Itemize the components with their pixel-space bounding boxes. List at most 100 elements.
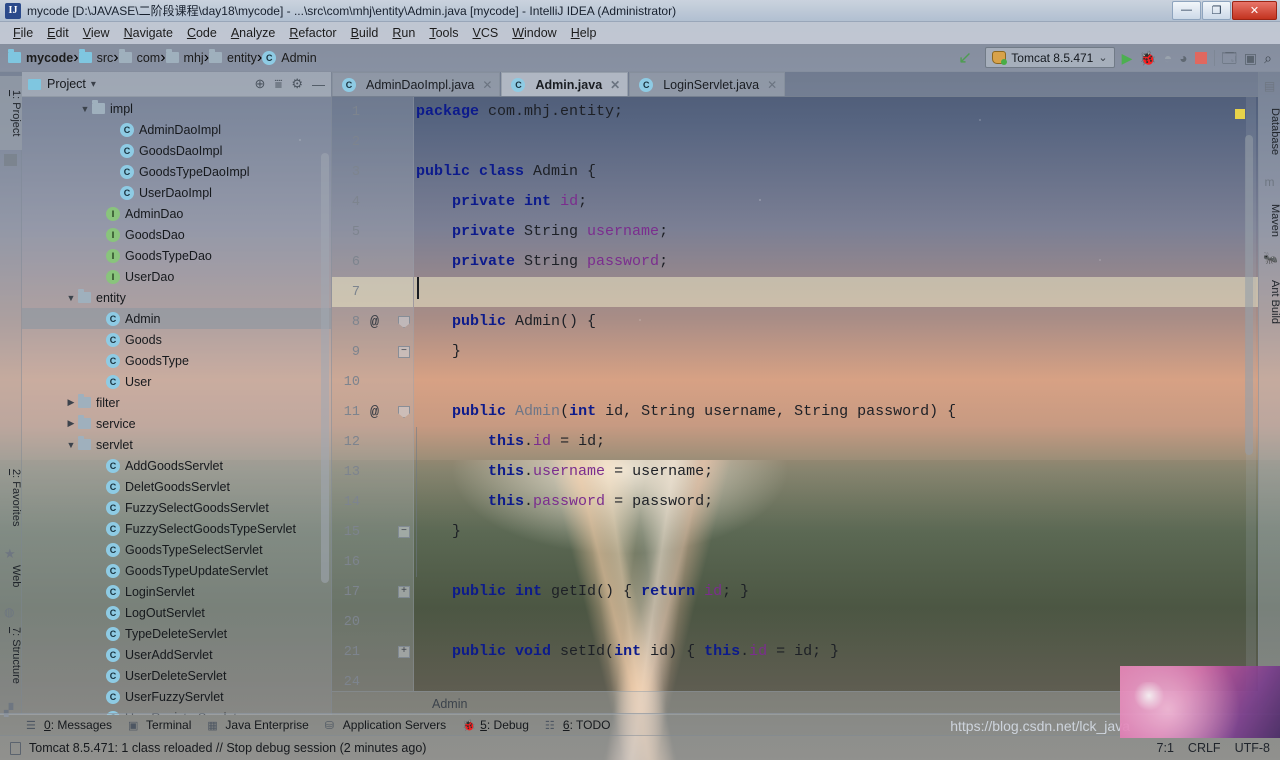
code-editor[interactable]: 1 2 3 4 5 6 7 8 @9−10 11 @12 13 14 15−16 17 +20 21 +24 pa… bbox=[332, 97, 1258, 691]
tree-node-logoutservlet[interactable]: C LogOutServlet bbox=[22, 602, 331, 623]
menu-item-window[interactable]: Window bbox=[505, 24, 563, 42]
bottom-tool-todo[interactable]: ☷ 6: TODO bbox=[545, 718, 611, 732]
breadcrumb-item-mycode[interactable]: mycode bbox=[8, 49, 73, 65]
menu-item-refactor[interactable]: Refactor bbox=[282, 24, 343, 42]
code-line-10[interactable] bbox=[414, 367, 1258, 397]
code-line-9[interactable]: } bbox=[414, 337, 1258, 367]
chevron-down-icon[interactable]: ▼ bbox=[64, 440, 78, 450]
code-line-20[interactable] bbox=[414, 607, 1258, 637]
gutter-line-5[interactable]: 5 bbox=[332, 217, 413, 247]
tree-node-goodsdao[interactable]: I GoodsDao bbox=[22, 224, 331, 245]
menu-item-navigate[interactable]: Navigate bbox=[117, 24, 180, 42]
close-icon[interactable]: ✕ bbox=[482, 78, 492, 92]
tool-button-maven[interactable]: Maven bbox=[1259, 192, 1280, 250]
code-line-7[interactable] bbox=[414, 277, 1258, 307]
minimize-icon[interactable]: — bbox=[312, 77, 325, 92]
menu-item-code[interactable]: Code bbox=[180, 24, 224, 42]
gutter-line-6[interactable]: 6 bbox=[332, 247, 413, 277]
tree-node-userdaoimpl[interactable]: C UserDaoImpl bbox=[22, 182, 331, 203]
tree-node-servlet[interactable]: ▼ servlet bbox=[22, 434, 331, 455]
tree-node-deletgoodsservlet[interactable]: C DeletGoodsServlet bbox=[22, 476, 331, 497]
code-line-17[interactable]: public int getId() { return id; } bbox=[414, 577, 1258, 607]
code-line-12[interactable]: this.id = id; bbox=[414, 427, 1258, 457]
tree-node-entity[interactable]: ▼ entity bbox=[22, 287, 331, 308]
collapse-all-icon[interactable]: ⩸ bbox=[274, 76, 282, 92]
tree-node-goodstypeupdateservlet[interactable]: C GoodsTypeUpdateServlet bbox=[22, 560, 331, 581]
tree-node-useraddservlet[interactable]: C UserAddServlet bbox=[22, 644, 331, 665]
gutter-line-20[interactable]: 20 bbox=[332, 607, 413, 637]
gutter-line-13[interactable]: 13 bbox=[332, 457, 413, 487]
gutter-line-17[interactable]: 17 + bbox=[332, 577, 413, 607]
code-line-1[interactable]: package com.mhj.entity; bbox=[414, 97, 1258, 127]
line-separator[interactable]: CRLF bbox=[1188, 741, 1221, 755]
close-icon[interactable]: ✕ bbox=[610, 78, 620, 92]
bottom-tool-debug[interactable]: 🐞 5: Debug bbox=[462, 718, 529, 732]
run-configuration-selector[interactable]: Tomcat 8.5.471 ⌄ bbox=[985, 47, 1115, 68]
menu-item-file[interactable]: File bbox=[6, 24, 40, 42]
menu-item-tools[interactable]: Tools bbox=[422, 24, 465, 42]
code-fold-top-icon[interactable] bbox=[398, 316, 410, 328]
code-text-area[interactable]: package com.mhj.entity; public class Adm… bbox=[414, 97, 1258, 691]
chevron-right-icon[interactable]: ▶ bbox=[64, 397, 78, 408]
code-fold-bottom-icon[interactable]: − bbox=[398, 526, 410, 538]
editor-gutter[interactable]: 1 2 3 4 5 6 7 8 @9−10 11 @12 13 14 15−16 17 +20 21 +24 bbox=[332, 97, 414, 691]
gutter-line-4[interactable]: 4 bbox=[332, 187, 413, 217]
caret-position[interactable]: 7:1 bbox=[1157, 741, 1174, 755]
code-line-2[interactable] bbox=[414, 127, 1258, 157]
tree-node-service[interactable]: ▶ service bbox=[22, 413, 331, 434]
tree-node-goodstypedao[interactable]: I GoodsTypeDao bbox=[22, 245, 331, 266]
gutter-line-14[interactable]: 14 bbox=[332, 487, 413, 517]
tree-node-goodsdaoimpl[interactable]: C GoodsDaoImpl bbox=[22, 140, 331, 161]
code-line-8[interactable]: public Admin() { bbox=[414, 307, 1258, 337]
tree-node-goodstype[interactable]: C GoodsType bbox=[22, 350, 331, 371]
tree-node-filter[interactable]: ▶ filter bbox=[22, 392, 331, 413]
build-project-button[interactable]: 🗔 bbox=[1222, 51, 1237, 65]
editor-tab-admin-java[interactable]: C Admin.java ✕ bbox=[501, 72, 629, 96]
debug-button[interactable]: 🐞 bbox=[1139, 51, 1156, 65]
breadcrumb-item-src[interactable]: src bbox=[78, 49, 113, 65]
gutter-line-16[interactable]: 16 bbox=[332, 547, 413, 577]
locate-icon[interactable]: ⊕ bbox=[255, 76, 266, 92]
breadcrumb-item-admin[interactable]: C Admin bbox=[262, 50, 317, 65]
breadcrumb-item-com[interactable]: com bbox=[118, 49, 160, 65]
code-line-5[interactable]: private String username; bbox=[414, 217, 1258, 247]
gutter-line-1[interactable]: 1 bbox=[332, 97, 413, 127]
override-marker-icon[interactable]: @ bbox=[370, 404, 379, 421]
tree-node-admindaoimpl[interactable]: C AdminDaoImpl bbox=[22, 119, 331, 140]
tree-node-userfuzzyservlet[interactable]: C UserFuzzyServlet bbox=[22, 686, 331, 707]
gutter-line-11[interactable]: 11 @ bbox=[332, 397, 413, 427]
chevron-down-icon[interactable]: ▼ bbox=[64, 293, 78, 303]
close-button[interactable]: ✕ bbox=[1232, 0, 1277, 20]
bottom-tool-messages[interactable]: ☰ 0: Messages bbox=[26, 718, 112, 732]
code-fold-plus-icon[interactable]: + bbox=[398, 646, 410, 658]
tree-node-goodstypedaoimpl[interactable]: C GoodsTypeDaoImpl bbox=[22, 161, 331, 182]
run-button[interactable]: ▶ bbox=[1122, 51, 1133, 65]
tool-button-database[interactable]: Database bbox=[1259, 96, 1280, 168]
editor-scrollbar-thumb[interactable] bbox=[1245, 135, 1253, 455]
close-icon[interactable]: ✕ bbox=[767, 78, 777, 92]
menu-item-help[interactable]: Help bbox=[564, 24, 604, 42]
menu-item-view[interactable]: View bbox=[76, 24, 117, 42]
gutter-line-3[interactable]: 3 bbox=[332, 157, 413, 187]
editor-tab-admindaoimpl-java[interactable]: C AdminDaoImpl.java ✕ bbox=[332, 72, 501, 96]
minimize-button[interactable]: — bbox=[1172, 0, 1201, 20]
tool-button-favorites[interactable]: 2: Favorites bbox=[0, 452, 22, 544]
gutter-line-24[interactable]: 24 bbox=[332, 667, 413, 691]
maximize-button[interactable]: ❐ bbox=[1202, 0, 1231, 20]
code-line-13[interactable]: this.username = username; bbox=[414, 457, 1258, 487]
tree-node-userdao[interactable]: I UserDao bbox=[22, 266, 331, 287]
breadcrumb-item-entity[interactable]: entity bbox=[209, 49, 257, 65]
project-tree[interactable]: ▼ impl C AdminDaoImpl C GoodsDaoImpl C GoodsTyp… bbox=[22, 97, 331, 715]
tree-node-addgoodsservlet[interactable]: C AddGoodsServlet bbox=[22, 455, 331, 476]
gutter-line-15[interactable]: 15 − bbox=[332, 517, 413, 547]
tree-node-goods[interactable]: C Goods bbox=[22, 329, 331, 350]
code-line-16[interactable] bbox=[414, 547, 1258, 577]
rerun-button[interactable]: ◕ bbox=[1179, 51, 1187, 65]
code-fold-plus-icon[interactable]: + bbox=[398, 586, 410, 598]
search-everywhere-icon[interactable]: ⌕ bbox=[1264, 51, 1272, 65]
tree-node-impl[interactable]: ▼ impl bbox=[22, 98, 331, 119]
code-line-15[interactable]: } bbox=[414, 517, 1258, 547]
code-fold-top-icon[interactable] bbox=[398, 406, 410, 418]
menu-item-analyze[interactable]: Analyze bbox=[224, 24, 282, 42]
tree-node-fuzzyselectgoodstypeservlet[interactable]: C FuzzySelectGoodsTypeServlet bbox=[22, 518, 331, 539]
